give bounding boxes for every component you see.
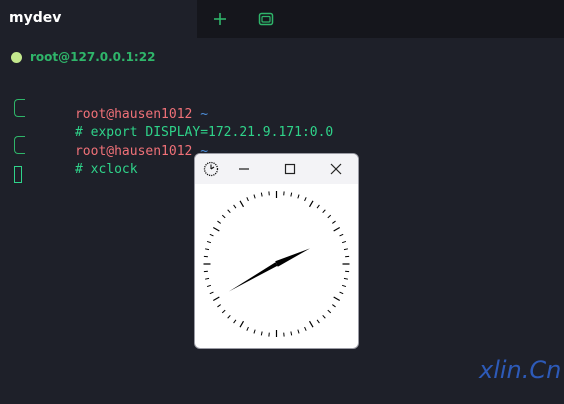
clock-tick xyxy=(341,284,347,288)
watermark-text: xlin.Cn xyxy=(479,356,562,384)
clock-tick xyxy=(322,314,326,319)
clock-tick xyxy=(304,326,307,331)
clock-tick xyxy=(246,197,249,202)
clock-tick xyxy=(343,277,349,280)
clock-tick xyxy=(212,226,220,232)
clock-tick xyxy=(339,233,344,237)
clock-tick xyxy=(308,320,314,328)
prompt-bracket-top xyxy=(14,99,25,108)
clock-tick xyxy=(332,304,336,308)
clock-tick xyxy=(327,309,332,314)
clock-tick xyxy=(227,314,231,319)
clock-tick xyxy=(316,319,320,324)
clock-tick xyxy=(304,197,307,202)
clock-tick xyxy=(332,220,336,224)
clock-icon xyxy=(202,160,220,178)
clock-tick xyxy=(322,209,326,214)
clock-tick xyxy=(339,291,344,295)
clock-tick xyxy=(204,277,210,280)
session-address: root@127.0.0.1:22 xyxy=(30,50,156,64)
clock-tick xyxy=(297,329,300,334)
clock-tick xyxy=(212,296,220,302)
prompt-bracket-top xyxy=(14,136,25,145)
command-text: # xclock xyxy=(74,162,138,177)
tab-title: mydev xyxy=(9,10,62,26)
command-line: # export DISPLAY=172.21.9.171:0.0 xyxy=(14,108,333,140)
clock-tick xyxy=(221,214,226,219)
prompt-bracket-bottom xyxy=(14,108,25,117)
tab-mydev[interactable]: mydev xyxy=(0,0,197,38)
clock-tick xyxy=(209,233,214,237)
clock-tick xyxy=(316,204,320,209)
clock-tick xyxy=(227,209,231,214)
clock-tick xyxy=(260,331,263,336)
plus-icon[interactable] xyxy=(209,8,231,30)
clock-tick xyxy=(333,226,341,232)
clock-tick xyxy=(233,319,237,324)
clock-tick xyxy=(333,296,341,302)
maximize-icon[interactable] xyxy=(281,160,299,178)
clock-tick xyxy=(204,248,210,251)
hour-hand xyxy=(275,248,311,267)
minimize-icon[interactable] xyxy=(235,160,253,178)
xclock-window[interactable] xyxy=(195,154,358,348)
command-line: # xclock xyxy=(14,145,138,177)
clock-tick xyxy=(246,326,249,331)
minute-hand xyxy=(228,262,278,292)
clock-tick xyxy=(206,240,212,244)
prompt-line: root@hausen1012 ~ xyxy=(14,129,208,159)
xclock-titlebar[interactable] xyxy=(195,154,358,184)
tab-bar: mydev xyxy=(0,0,564,38)
connection-status-dot xyxy=(11,52,22,63)
clock-tick xyxy=(290,192,293,197)
clock-tick xyxy=(239,320,245,328)
clock-tick xyxy=(308,200,314,208)
clock-tick xyxy=(343,248,349,251)
clock-tick xyxy=(260,192,263,197)
clock-tick xyxy=(217,220,221,224)
clock-tick xyxy=(209,291,214,295)
clock-tick xyxy=(253,329,256,334)
window-icon[interactable] xyxy=(255,8,277,30)
clock-tick xyxy=(239,200,245,208)
clock-face xyxy=(203,191,350,337)
close-icon[interactable] xyxy=(327,160,345,178)
prompt-line: root@hausen1012 ~ xyxy=(14,92,208,122)
clock-tick xyxy=(221,309,226,314)
terminal-app: mydev root@127.0.0.1:22 root@hausen1012 … xyxy=(0,0,564,404)
clock-tick xyxy=(341,240,347,244)
clock-tick xyxy=(217,304,221,308)
clock-tick xyxy=(253,194,256,199)
clock-tick xyxy=(327,214,332,219)
terminal-cursor xyxy=(14,166,22,183)
clock-tick xyxy=(233,204,237,209)
clock-tick xyxy=(206,284,212,288)
clock-tick xyxy=(297,194,300,199)
clock-tick xyxy=(290,331,293,336)
prompt-bracket-bottom xyxy=(14,145,25,154)
